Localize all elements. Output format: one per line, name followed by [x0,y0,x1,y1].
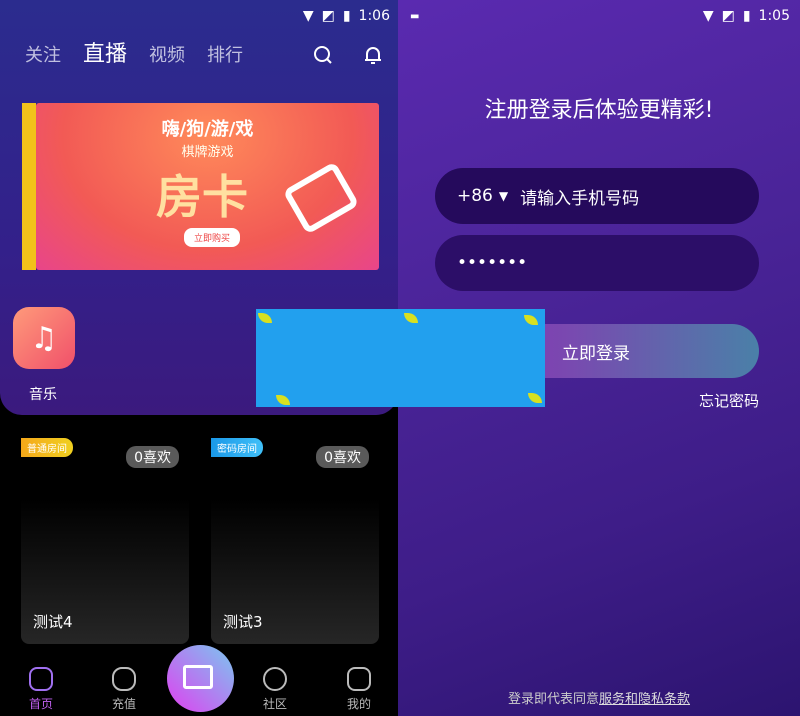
music-app-label: 音乐 [29,387,57,403]
nav-recharge[interactable]: 充值 [99,667,149,712]
nav-community[interactable]: 社区 [250,667,300,712]
room-type-badge: 密码房间 [211,438,263,457]
signal-icon: ◩ [321,8,335,24]
music-app-icon[interactable]: ♫ [13,307,75,369]
status-bar: ▼ ◩ ▮ 1:05 [703,0,790,32]
banner-image: 嗨/狗/游/戏 棋牌游戏 房卡 立即购买 [36,103,379,270]
tab-ranking[interactable]: 排行 [207,41,243,67]
caret-down-icon[interactable]: ▼ [499,189,508,203]
overlay-image [256,309,545,407]
room-title: 测试3 [223,613,263,631]
phone-field[interactable]: +86 ▼ 请输入手机号码 [435,168,759,224]
wifi-icon: ▼ [302,8,314,24]
tab-follow[interactable]: 关注 [25,41,61,67]
banner-title: 嗨/狗/游/戏 [161,119,254,140]
status-time: 1:06 [358,8,390,24]
password-value: ••••••• [457,253,528,273]
tab-live[interactable]: 直播 [83,36,127,68]
banner-buy-button[interactable]: 立即购买 [184,228,241,247]
music-note-icon: ♫ [30,320,58,356]
nav-profile[interactable]: 我的 [334,667,384,712]
terms-link[interactable]: 服务和隐私条款 [599,692,690,707]
battery-icon: ▮ [342,8,351,24]
battery-icon: ▮ [742,8,751,24]
leaf-decoration [258,313,272,323]
nav-label: 我的 [346,697,371,711]
notification-icon: ▬ [410,10,420,22]
chat-smile-icon [263,667,287,691]
nav-label: 社区 [262,697,287,711]
login-label: 立即登录 [562,343,630,364]
terms-text: 登录即代表同意服务和隐私条款 [398,688,800,707]
nav-label: 充值 [111,697,136,711]
country-code-select[interactable]: +86 [457,186,493,206]
banner-headline: 房卡 [156,170,248,224]
nav-label: 首页 [28,697,53,711]
leaf-decoration [276,395,290,405]
money-bag-icon [112,667,136,691]
status-time: 1:05 [758,8,790,24]
room-card[interactable]: 密码房间 0喜欢 测试3 [211,436,379,644]
terms-prefix: 登录即代表同意 [507,692,599,707]
search-icon[interactable] [312,44,334,66]
likes-count: 0喜欢 [316,446,369,468]
password-field[interactable]: ••••••• [435,235,759,291]
ticket-icon [282,161,360,235]
room-title: 测试4 [33,613,73,631]
bell-icon[interactable] [362,44,384,66]
phone-placeholder: 请输入手机号码 [520,188,640,209]
home-icon [29,667,53,691]
leaf-decoration [524,315,538,325]
status-bar: ▼ ◩ ▮ 1:06 [303,0,390,32]
top-tabs: 关注 直播 视频 排行 [25,36,243,68]
wifi-icon: ▼ [702,8,714,24]
user-icon [347,667,371,691]
leaf-decoration [404,313,418,323]
promo-banner[interactable]: 嗨/狗/游/戏 棋牌游戏 房卡 立即购买 [22,103,379,270]
signal-icon: ◩ [721,8,735,24]
room-card[interactable]: 普通房间 0喜欢 测试4 [21,436,189,644]
tab-video[interactable]: 视频 [149,41,185,67]
likes-count: 0喜欢 [126,446,179,468]
go-live-button[interactable] [167,645,234,712]
nav-home[interactable]: 首页 [16,667,66,712]
room-type-badge: 普通房间 [21,438,73,457]
banner-edge [22,103,36,270]
forgot-password-link[interactable]: 忘记密码 [699,390,759,411]
leaf-decoration [528,393,542,403]
banner-subtitle: 棋牌游戏 [181,145,234,160]
camera-icon [183,665,213,689]
login-title: 注册登录后体验更精彩! [484,98,714,123]
